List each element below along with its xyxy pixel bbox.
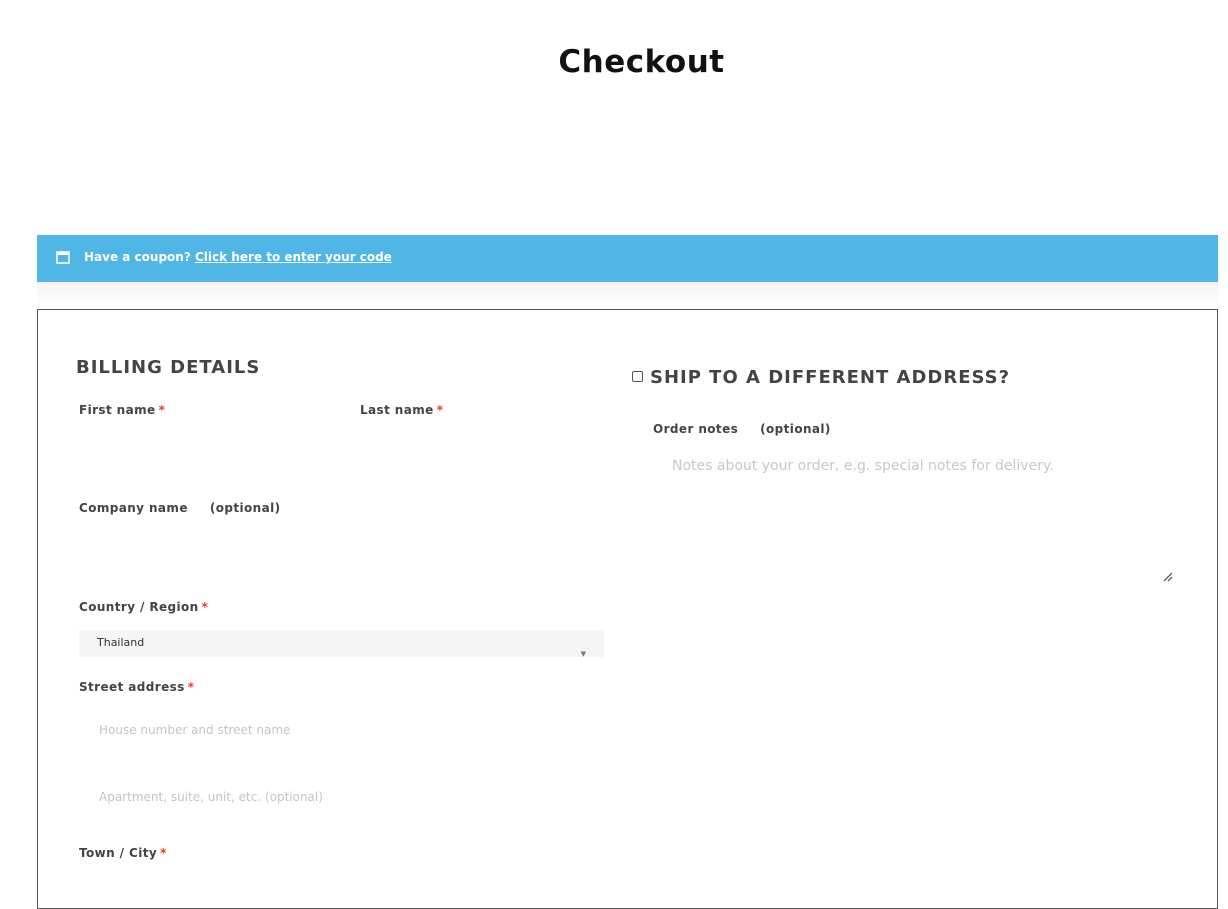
checkout-form: BILLING DETAILS First name * Last name * C… [37,309,1218,909]
calendar-icon [56,251,70,264]
optional-tag: (optional) [209,501,281,515]
city-label: Town / City * [79,846,167,860]
coupon-notice: Have a coupon? Click here to enter your … [37,235,1218,282]
required-marker: * [187,680,195,694]
page-title: Checkout [558,44,725,80]
required-marker: * [158,403,166,417]
optional-tag: (optional) [760,422,831,436]
last-name-label: Last name * [360,403,443,417]
billing-heading: BILLING DETAILS [76,357,261,378]
required-marker: * [436,403,444,417]
resize-handle-icon[interactable] [1163,572,1173,582]
country-label-text: Country / Region [79,600,199,614]
ship-different-address-heading: SHIP TO A DIFFERENT ADDRESS? [650,367,1011,388]
city-label-text: Town / City [79,846,158,860]
divider-shadow [37,282,1218,309]
street-address-line1-input[interactable] [79,715,604,745]
coupon-message: Have a coupon? Click here to enter your … [84,250,392,264]
company-name-input[interactable] [79,522,604,552]
order-notes-label-text: Order notes [653,422,739,436]
first-name-label: First name * [79,403,165,417]
ship-different-address-checkbox[interactable] [632,371,643,382]
required-marker: * [160,846,167,860]
street-address-line2-input[interactable] [79,782,604,812]
first-name-input[interactable] [79,422,349,452]
street-address-label: Street address * [79,680,194,694]
street-address-label-text: Street address [79,680,185,694]
order-notes-textarea[interactable] [652,450,1180,584]
required-marker: * [201,600,209,614]
coupon-link[interactable]: Click here to enter your code [195,250,392,264]
company-name-label: Company name (optional) [79,501,281,515]
last-name-label-text: Last name [360,403,434,417]
last-name-input[interactable] [360,422,604,452]
country-label: Country / Region * [79,600,208,614]
company-name-label-text: Company name [79,501,188,515]
country-select[interactable]: Thailand ▼ [79,630,604,658]
dropdown-arrow-icon: ▼ [580,650,586,658]
country-selected-value: Thailand [97,636,145,649]
first-name-label-text: First name [79,403,156,417]
order-notes-label: Order notes (optional) [653,422,831,436]
coupon-prompt: Have a coupon? [84,250,191,264]
